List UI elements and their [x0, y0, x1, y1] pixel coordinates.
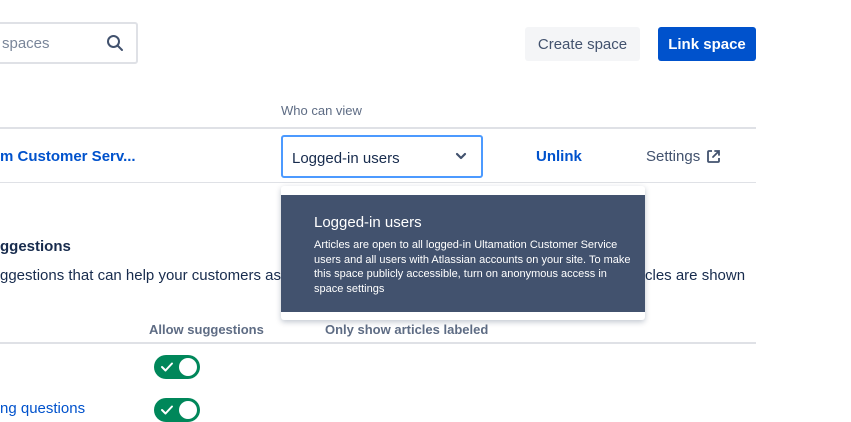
table-header-divider — [0, 127, 756, 129]
check-icon — [161, 405, 173, 415]
allow-suggestions-toggle-2[interactable] — [154, 398, 200, 422]
chevron-down-icon — [455, 152, 467, 160]
search-icon[interactable] — [106, 34, 124, 52]
settings-link[interactable]: Settings — [646, 148, 721, 165]
only-show-articles-header: Only show articles labeled — [325, 322, 489, 337]
external-link-icon — [707, 150, 721, 163]
create-space-button[interactable]: Create space — [525, 27, 640, 61]
toggle-knob — [179, 401, 197, 419]
option-title: Logged-in users — [314, 214, 422, 231]
check-icon — [161, 362, 173, 372]
suggestions-header-divider — [0, 342, 756, 344]
unlink-button[interactable]: Unlink — [536, 148, 582, 165]
table-row-divider — [0, 182, 756, 183]
toggle-knob — [179, 358, 197, 376]
allow-suggestions-header: Allow suggestions — [149, 322, 264, 337]
who-can-view-select[interactable]: Logged-in users — [281, 135, 483, 178]
suggestions-title: ggestions — [0, 238, 71, 255]
search-spaces-input[interactable]: spaces — [0, 22, 138, 64]
who-can-view-value: Logged-in users — [292, 150, 400, 167]
settings-label: Settings — [646, 148, 701, 165]
suggestions-description-end: cles are shown — [645, 267, 746, 284]
option-description: Articles are open to all logged-in Ultam… — [314, 239, 631, 295]
search-placeholder: spaces — [2, 35, 50, 52]
space-name-link[interactable]: m Customer Serv... — [0, 148, 136, 165]
suggestion-row-link[interactable]: ng questions — [0, 400, 85, 417]
suggestions-description: ggestions that can help your customers a… — [0, 267, 290, 284]
allow-suggestions-toggle[interactable] — [154, 355, 200, 379]
who-can-view-header: Who can view — [281, 103, 362, 118]
dropdown-option-logged-in-users[interactable]: Logged-in users Articles are open to all… — [281, 195, 645, 312]
link-space-button[interactable]: Link space — [658, 27, 756, 61]
